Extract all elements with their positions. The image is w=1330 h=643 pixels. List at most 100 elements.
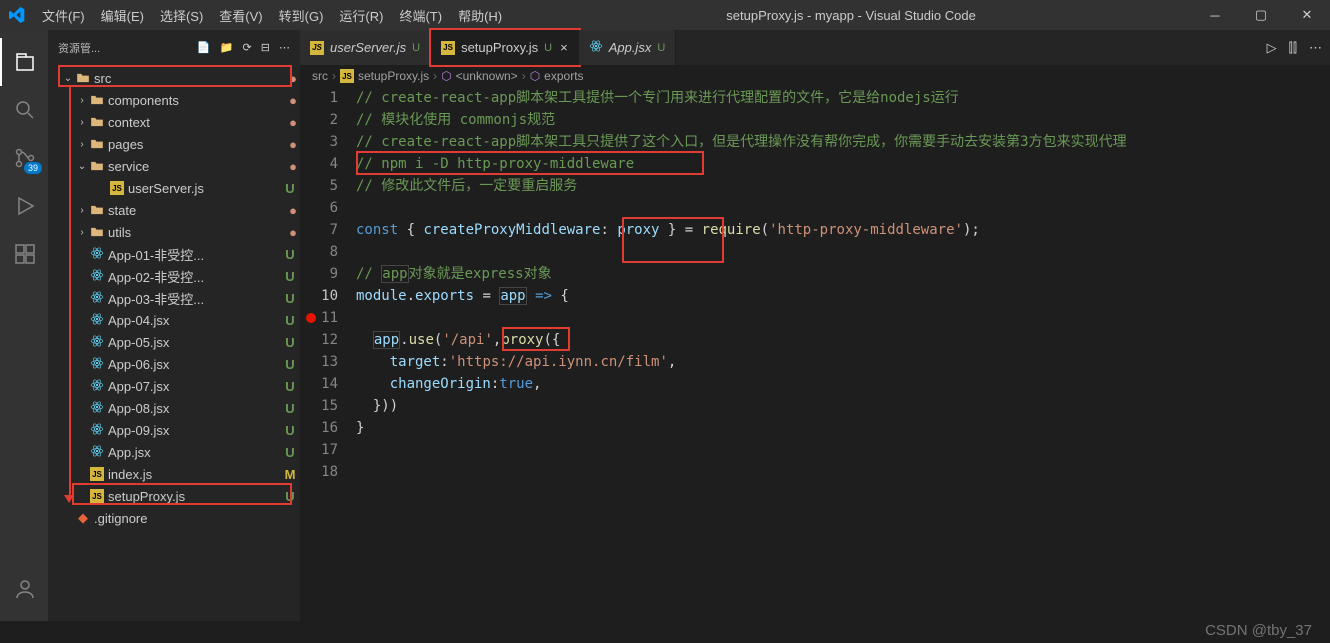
breadcrumb-item[interactable]: setupProxy.js xyxy=(358,69,429,83)
code-line[interactable]: // create-react-app脚本架工具只提供了这个入口，但是代理操作没… xyxy=(356,131,1300,153)
code-content[interactable]: // create-react-app脚本架工具提供一个专门用来进行代理配置的文… xyxy=(356,87,1300,621)
tree-item[interactable]: JS index.js M xyxy=(48,463,300,485)
line-number: 4 xyxy=(300,153,338,175)
extensions-icon[interactable] xyxy=(0,230,48,278)
breadcrumb[interactable]: src›JSsetupProxy.js›⬡<unknown>›⬡exports xyxy=(300,65,1330,87)
tree-item[interactable]: › context ● xyxy=(48,111,300,133)
file-icon xyxy=(88,422,106,439)
tree-item[interactable]: JS setupProxy.js U xyxy=(48,485,300,507)
git-status: U xyxy=(280,445,300,460)
editor-tab[interactable]: App.jsx U xyxy=(579,30,677,65)
file-name: App-05.jsx xyxy=(108,335,280,350)
explorer-icon[interactable] xyxy=(0,38,48,86)
menu-item[interactable]: 运行(R) xyxy=(331,2,391,29)
editor-tab[interactable]: JS setupProxy.js U × xyxy=(431,30,579,65)
tree-item[interactable]: › state ● xyxy=(48,199,300,221)
line-number: 9 xyxy=(300,263,338,285)
tree-item[interactable]: App-06.jsx U xyxy=(48,353,300,375)
code-line[interactable]: const { createProxyMiddleware: proxy } =… xyxy=(356,219,1300,241)
line-number: 13 xyxy=(300,351,338,373)
code-line[interactable]: app.use('/api',proxy({ xyxy=(356,329,1300,351)
tree-item[interactable]: JS userServer.js U xyxy=(48,177,300,199)
split-icon[interactable]: ⫿⫿ xyxy=(1289,40,1297,56)
code-line[interactable]: } xyxy=(356,417,1300,439)
code-line[interactable] xyxy=(356,197,1300,219)
code-line[interactable] xyxy=(356,439,1300,461)
tree-item[interactable]: App-04.jsx U xyxy=(48,309,300,331)
more-icon[interactable]: ⋯ xyxy=(1309,40,1322,56)
editor-tab[interactable]: JS userServer.js U xyxy=(300,30,431,65)
code-line[interactable]: // npm i -D http-proxy-middleware xyxy=(356,153,1300,175)
tree-item[interactable]: ⌄ src ● xyxy=(48,67,300,89)
git-status: U xyxy=(280,423,300,438)
tab-close-icon[interactable]: × xyxy=(560,40,568,55)
scm-icon[interactable]: 39 xyxy=(0,134,48,182)
minimap[interactable] xyxy=(1300,87,1330,621)
tree-item[interactable]: App-05.jsx U xyxy=(48,331,300,353)
code-line[interactable]: module.exports = app => { xyxy=(356,285,1300,307)
menu-item[interactable]: 选择(S) xyxy=(152,2,211,29)
chevron-icon: ⌄ xyxy=(76,161,88,172)
line-number: 1 xyxy=(300,87,338,109)
tree-item[interactable]: App-01-非受控... U xyxy=(48,243,300,265)
line-gutter: 123456789101112131415161718 xyxy=(300,87,356,621)
new-folder-icon[interactable]: 📁 xyxy=(220,42,234,54)
tree-item[interactable]: ◆ .gitignore xyxy=(48,507,300,529)
explorer-sidebar: 资源管... 📄 📁 ⟳ ⊟ ⋯ ⌄ src ● › components ● … xyxy=(48,30,300,621)
breadcrumb-item[interactable]: <unknown> xyxy=(456,69,518,83)
breakpoint-icon[interactable] xyxy=(306,313,316,323)
tree-item[interactable]: App-07.jsx U xyxy=(48,375,300,397)
menu-item[interactable]: 终端(T) xyxy=(391,2,450,29)
code-line[interactable] xyxy=(356,241,1300,263)
window-title: setupProxy.js - myapp - Visual Studio Co… xyxy=(510,8,1192,23)
tree-item[interactable]: App-03-非受控... U xyxy=(48,287,300,309)
more-icon[interactable]: ⋯ xyxy=(279,42,290,54)
git-status: U xyxy=(280,181,300,196)
search-icon[interactable] xyxy=(0,86,48,134)
line-number: 17 xyxy=(300,439,338,461)
menu-item[interactable]: 文件(F) xyxy=(34,2,93,29)
code-line[interactable]: })) xyxy=(356,395,1300,417)
breadcrumb-item[interactable]: exports xyxy=(544,69,583,83)
refresh-icon[interactable]: ⟳ xyxy=(242,42,251,54)
breadcrumb-item[interactable]: src xyxy=(312,69,328,83)
file-name: App.jsx xyxy=(108,445,280,460)
maximize-button[interactable]: ▢ xyxy=(1238,0,1284,30)
code-line[interactable] xyxy=(356,307,1300,329)
file-name: App-01-非受控... xyxy=(108,245,280,264)
code-line[interactable]: // create-react-app脚本架工具提供一个专门用来进行代理配置的文… xyxy=(356,87,1300,109)
minimize-button[interactable]: ─ xyxy=(1192,0,1238,30)
code-line[interactable] xyxy=(356,461,1300,483)
breadcrumb-icon: JS xyxy=(340,69,354,83)
accounts-icon[interactable] xyxy=(0,565,48,613)
tree-item[interactable]: App-02-非受控... U xyxy=(48,265,300,287)
run-debug-icon[interactable] xyxy=(0,182,48,230)
collapse-icon[interactable]: ⊟ xyxy=(261,42,270,54)
menu-item[interactable]: 转到(G) xyxy=(271,2,332,29)
file-icon xyxy=(88,159,106,173)
run-icon[interactable]: ▷ xyxy=(1267,40,1277,56)
new-file-icon[interactable]: 📄 xyxy=(197,42,211,54)
code-editor[interactable]: 123456789101112131415161718 // create-re… xyxy=(300,87,1330,621)
code-line[interactable]: // 模块化使用 commonjs规范 xyxy=(356,109,1300,131)
tree-item[interactable]: ⌄ service ● xyxy=(48,155,300,177)
code-line[interactable]: // 修改此文件后，一定要重启服务 xyxy=(356,175,1300,197)
file-name: src xyxy=(94,71,286,86)
tree-item[interactable]: App-08.jsx U xyxy=(48,397,300,419)
menu-item[interactable]: 查看(V) xyxy=(211,2,270,29)
code-line[interactable]: changeOrigin:true, xyxy=(356,373,1300,395)
tree-item[interactable]: › pages ● xyxy=(48,133,300,155)
scm-badge: 39 xyxy=(24,162,42,174)
tab-label: setupProxy.js xyxy=(461,40,538,55)
menu-item[interactable]: 编辑(E) xyxy=(93,2,152,29)
tree-item[interactable]: › components ● xyxy=(48,89,300,111)
file-name: userServer.js xyxy=(128,181,280,196)
code-line[interactable]: target:'https://api.iynn.cn/film', xyxy=(356,351,1300,373)
menu-item[interactable]: 帮助(H) xyxy=(450,2,510,29)
tree-item[interactable]: › utils ● xyxy=(48,221,300,243)
code-line[interactable]: // app对象就是express对象 xyxy=(356,263,1300,285)
tree-item[interactable]: App.jsx U xyxy=(48,441,300,463)
tab-file-icon: JS xyxy=(441,41,455,55)
tree-item[interactable]: App-09.jsx U xyxy=(48,419,300,441)
close-button[interactable]: ✕ xyxy=(1284,0,1330,30)
